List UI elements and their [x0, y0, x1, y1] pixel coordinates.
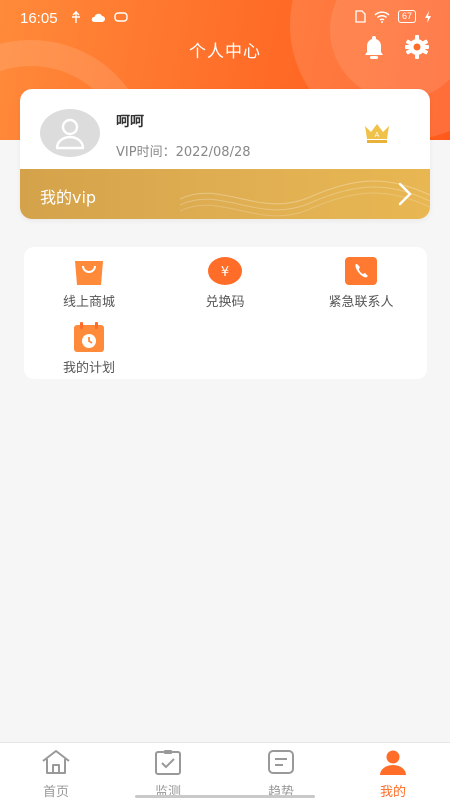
charging-icon: [425, 10, 431, 23]
phone-book-icon: [345, 257, 377, 285]
chart-note-icon: [268, 750, 294, 774]
shopping-bag-icon: [75, 261, 103, 285]
profile-card: 呵呵 VIP时间：2022/08/28 A 我的vip: [20, 89, 430, 219]
vip-label: 我的vip: [40, 188, 97, 207]
wifi-icon: [374, 10, 390, 23]
tab-home[interactable]: 首页: [16, 749, 96, 800]
home-icon: [42, 750, 70, 774]
tab-label: 首页: [42, 785, 69, 800]
battery-icon: 67: [397, 10, 416, 23]
home-indicator[interactable]: [135, 795, 315, 798]
vip-expiry-date: VIP时间：2022/08/28: [116, 145, 251, 160]
service-label: 我的计划: [62, 361, 115, 376]
status-time: 16:05: [20, 10, 58, 27]
calendar-icon: [74, 322, 104, 352]
user-avatar-icon: [55, 118, 85, 150]
tab-monitor[interactable]: 监测: [128, 749, 208, 800]
chevron-right-icon: [398, 182, 412, 206]
message-icon: [114, 12, 128, 22]
username: 呵呵: [116, 114, 144, 130]
my-vip-button[interactable]: 我的vip: [20, 169, 430, 219]
crown-icon: A: [365, 124, 389, 143]
avatar[interactable]: [40, 109, 100, 157]
service-emergency-contact[interactable]: 紧急联系人: [296, 255, 426, 310]
sim-icon: [355, 10, 366, 23]
yuan-glyph: ¥: [221, 265, 229, 280]
service-label: 线上商城: [62, 295, 115, 310]
user-icon: [380, 750, 406, 775]
service-online-mall[interactable]: 线上商城: [24, 255, 154, 310]
status-bar: 16:05 67: [0, 0, 450, 36]
status-system-icons: 67: [355, 10, 432, 23]
status-notification-icons: [70, 11, 128, 23]
service-my-plan[interactable]: 我的计划: [24, 321, 154, 376]
usb-icon: [72, 11, 80, 23]
yuan-coin-icon: ¥: [208, 257, 242, 285]
service-label: 兑换码: [205, 295, 245, 310]
tab-mine[interactable]: 我的: [353, 749, 433, 800]
service-redeem-code[interactable]: ¥ 兑换码: [160, 255, 290, 310]
service-label: 紧急联系人: [328, 295, 394, 310]
gear-icon[interactable]: [403, 34, 431, 60]
tab-label: 我的: [379, 785, 406, 800]
bell-icon[interactable]: [361, 34, 387, 60]
vip-wave-decoration: [180, 180, 430, 217]
cloud-icon: [91, 13, 105, 22]
clipboard-check-icon: [155, 750, 181, 775]
bottom-tab-bar: 首页 监测 趋势 我的: [0, 742, 450, 801]
tab-trends[interactable]: 趋势: [241, 749, 321, 800]
services-grid: 线上商城 ¥ 兑换码 紧急联系人 我的计划: [24, 247, 427, 379]
crown-letter: A: [375, 132, 380, 139]
